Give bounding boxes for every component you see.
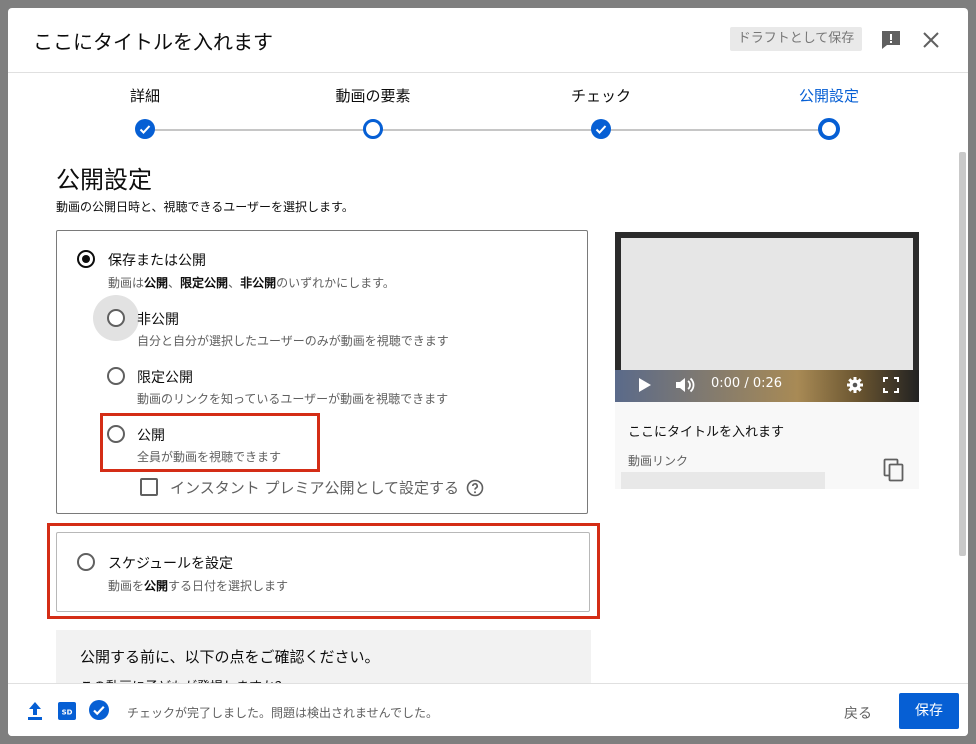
video-time: 0:00 / 0:26 bbox=[711, 376, 783, 391]
gear-icon[interactable] bbox=[846, 376, 864, 394]
visibility-description: 動画の公開日時と、視聴できるユーザーを選択します。 bbox=[56, 200, 354, 214]
pre-publish-notice: 公開する前に、以下の点をご確認ください。 この動画に子どもが登場しますか？ bbox=[56, 630, 591, 695]
play-icon[interactable] bbox=[637, 376, 653, 394]
save-or-publish-radio[interactable] bbox=[77, 250, 95, 268]
help-icon[interactable] bbox=[466, 479, 484, 497]
save-or-publish-label: 保存または公開 bbox=[108, 253, 206, 269]
close-icon[interactable] bbox=[919, 28, 943, 52]
video-link-value[interactable] bbox=[621, 472, 825, 489]
step-visibility[interactable]: 公開設定 bbox=[769, 85, 889, 106]
schedule-description: 動画を公開する日付を選択します bbox=[108, 579, 289, 593]
fullscreen-icon[interactable] bbox=[883, 377, 899, 393]
upload-icon[interactable] bbox=[25, 700, 45, 722]
unlisted-label: 限定公開 bbox=[137, 370, 193, 386]
private-label: 非公開 bbox=[137, 312, 179, 328]
sd-quality-icon[interactable]: SD bbox=[58, 702, 76, 720]
volume-icon[interactable] bbox=[674, 375, 696, 395]
stepper: 詳細 動画の要素 チェック 公開設定 bbox=[8, 72, 968, 142]
step-visibility-dot[interactable] bbox=[818, 118, 840, 140]
save-button[interactable]: 保存 bbox=[899, 693, 959, 729]
private-radio[interactable] bbox=[107, 309, 125, 327]
visibility-title: 公開設定 bbox=[56, 166, 152, 194]
step-checks-check-icon[interactable] bbox=[591, 119, 611, 139]
step-details[interactable]: 詳細 bbox=[85, 85, 205, 106]
upload-dialog: ここにタイトルを入れます ドラフトとして保存 詳細 動画の要素 チェック 公開設… bbox=[8, 8, 968, 736]
svg-text:SD: SD bbox=[62, 709, 73, 717]
dialog-footer: SD チェックが完了しました。問題は検出されませんでした。 戻る 保存 bbox=[8, 683, 968, 736]
save-or-publish-description: 動画は公開、限定公開、非公開のいずれかにします。 bbox=[108, 276, 395, 290]
unlisted-description: 動画のリンクを知っているユーザーが動画を視聴できます bbox=[137, 392, 449, 406]
unlisted-radio[interactable] bbox=[107, 367, 125, 385]
schedule-box: スケジュールを設定 動画を公開する日付を選択します bbox=[56, 532, 590, 612]
back-button[interactable]: 戻る bbox=[844, 703, 872, 723]
preview-video-title: ここにタイトルを入れます bbox=[628, 425, 785, 440]
video-link-label: 動画リンク bbox=[628, 454, 689, 468]
step-details-check-icon[interactable] bbox=[135, 119, 155, 139]
schedule-label: スケジュールを設定 bbox=[108, 556, 234, 572]
scrollbar[interactable] bbox=[959, 152, 966, 556]
stepper-line bbox=[145, 129, 829, 131]
video-player[interactable]: 0:00 / 0:26 bbox=[615, 232, 919, 402]
video-frame bbox=[621, 238, 913, 370]
public-option-highlight bbox=[100, 413, 320, 472]
draft-save-button[interactable]: ドラフトとして保存 bbox=[730, 27, 862, 51]
checks-complete-icon[interactable] bbox=[88, 699, 110, 721]
private-description: 自分と自分が選択したユーザーのみが動画を視聴できます bbox=[137, 334, 449, 348]
checks-status-text: チェックが完了しました。問題は検出されませんでした。 bbox=[127, 706, 439, 720]
step-video-elements[interactable]: 動画の要素 bbox=[313, 85, 433, 106]
step-video-elements-dot[interactable] bbox=[363, 119, 383, 139]
notice-title: 公開する前に、以下の点をご確認ください。 bbox=[80, 648, 380, 666]
schedule-radio[interactable] bbox=[77, 553, 95, 571]
step-checks[interactable]: チェック bbox=[541, 85, 661, 106]
feedback-icon[interactable] bbox=[879, 28, 903, 52]
instant-premiere-label: インスタント プレミア公開として設定する bbox=[170, 479, 460, 497]
dialog-header: ここにタイトルを入れます ドラフトとして保存 bbox=[8, 8, 968, 73]
video-preview-card: 0:00 / 0:26 ここにタイトルを入れます 動画リンク bbox=[615, 232, 919, 489]
copy-icon[interactable] bbox=[883, 458, 905, 482]
dialog-title: ここにタイトルを入れます bbox=[33, 30, 273, 54]
instant-premiere-checkbox[interactable] bbox=[140, 478, 158, 496]
